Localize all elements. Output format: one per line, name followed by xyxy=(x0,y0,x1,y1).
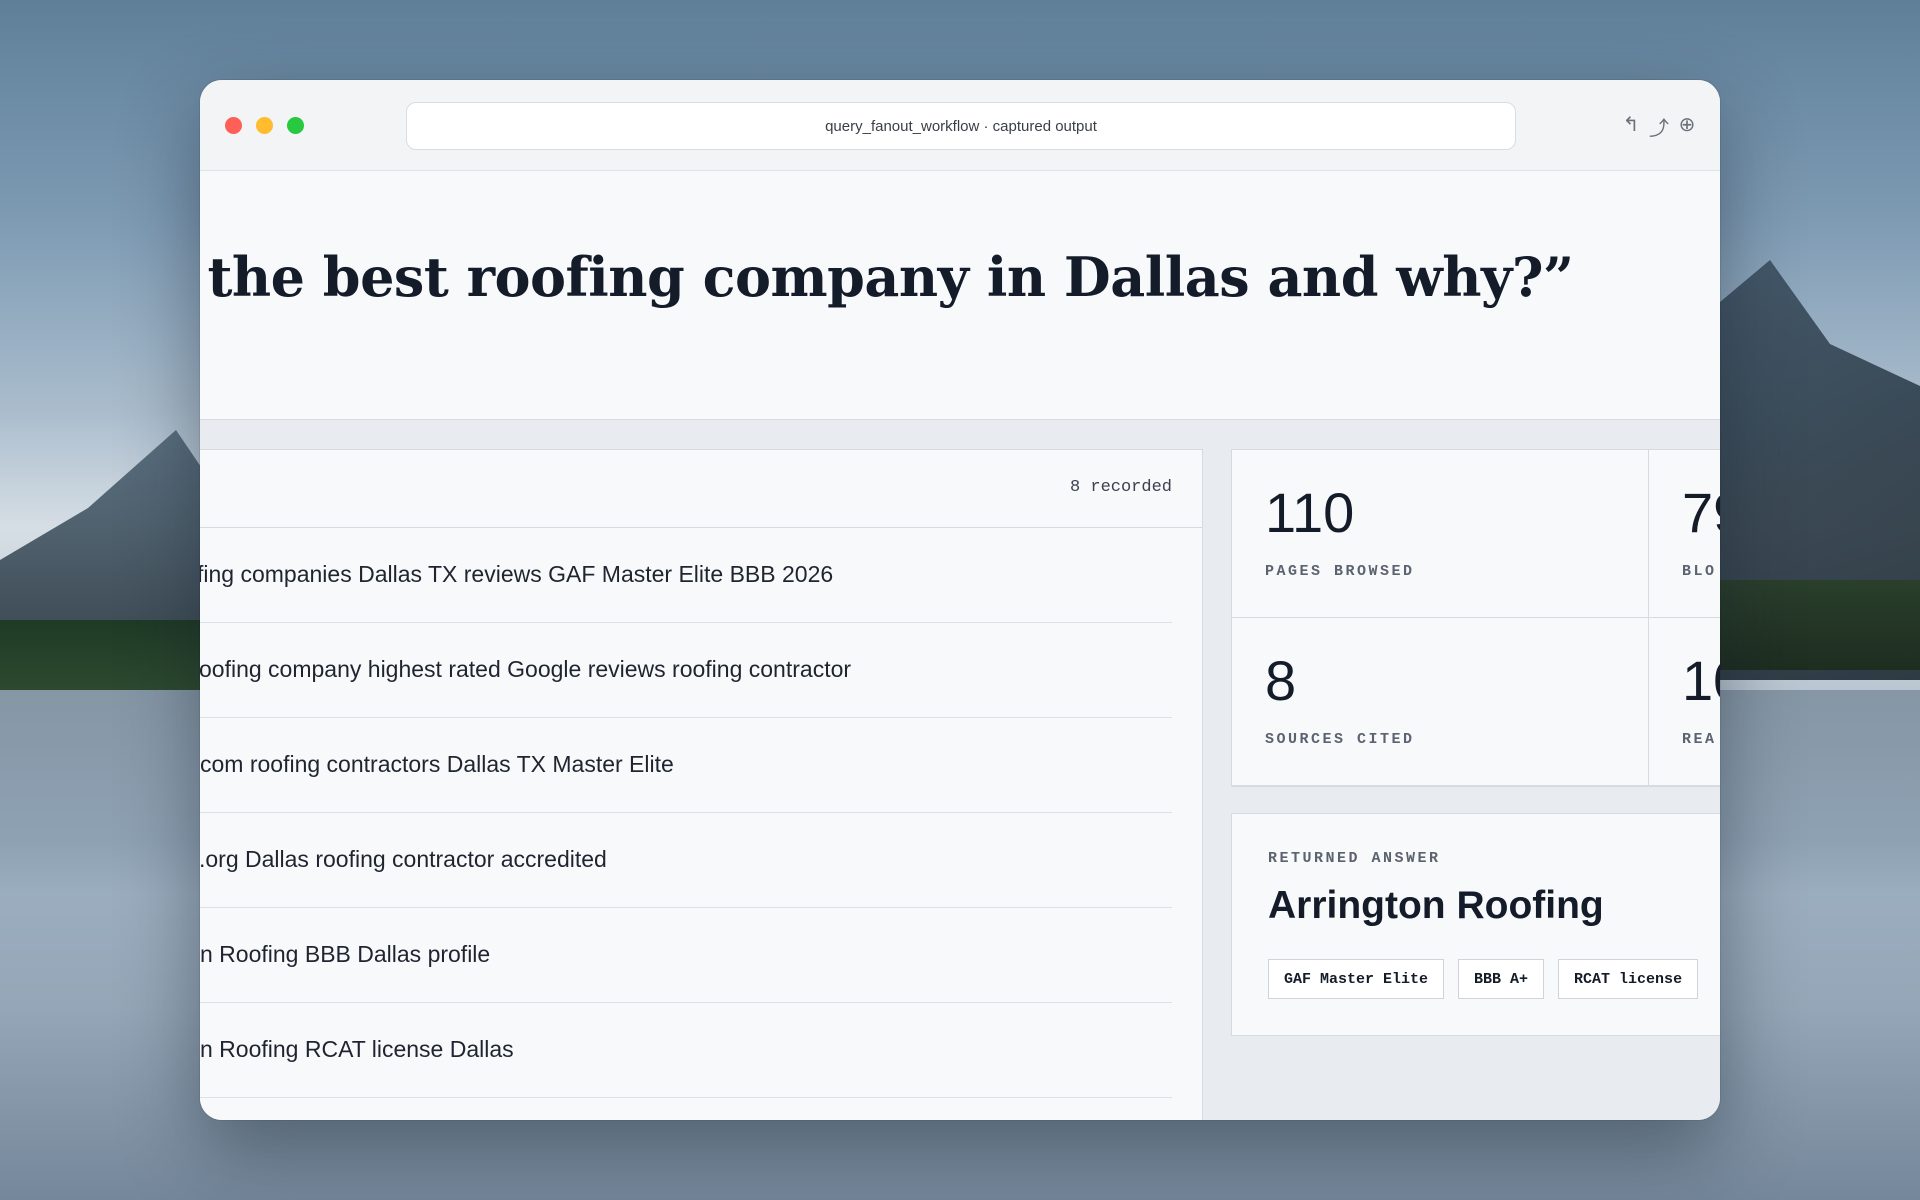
minimize-button[interactable] xyxy=(256,117,273,134)
queries-panel: 8 recorded fing companies Dallas TX revi… xyxy=(200,449,1203,1120)
query-text: .org Dallas roofing contractor accredite… xyxy=(200,846,607,872)
stat-label: REA xyxy=(1682,731,1717,748)
badge-gaf: GAF Master Elite xyxy=(1268,959,1445,999)
list-item[interactable]: .org Dallas roofing contractor accredite… xyxy=(200,813,1172,908)
stat-value: 10 xyxy=(1682,649,1720,712)
query-text: fing companies Dallas TX reviews GAF Mas… xyxy=(200,561,834,587)
list-item[interactable]: fing companies Dallas TX reviews GAF Mas… xyxy=(200,528,1172,623)
list-item[interactable]: oofing company highest rated Google revi… xyxy=(200,623,1172,718)
answer-badges: GAF Master Elite BBB A+ RCAT license xyxy=(1268,959,1699,999)
stat-rea: 10 REA xyxy=(1649,618,1720,786)
toolbar-icons: ↰ ⤴ ⊕ xyxy=(1620,112,1698,141)
stat-value: 79 xyxy=(1682,481,1720,544)
redo-icon[interactable]: ⤴ xyxy=(1648,112,1670,141)
browser-window: query_fanout_workflow · captured output … xyxy=(200,80,1720,1120)
stat-label: BLO xyxy=(1682,563,1717,580)
stat-label: SOURCES CITED xyxy=(1265,731,1415,748)
page-title: at is the best roofing company in Dallas… xyxy=(200,245,1574,309)
undo-icon[interactable]: ↰ xyxy=(1620,112,1642,141)
list-item[interactable]: n Roofing RCAT license Dallas xyxy=(200,1003,1172,1098)
list-item[interactable]: n Roofing BBB Dallas profile xyxy=(200,908,1172,1003)
address-bar-text: query_fanout_workflow · captured output xyxy=(825,117,1097,135)
answer-label: RETURNED ANSWER xyxy=(1268,850,1441,867)
query-text: n Roofing RCAT license Dallas xyxy=(200,1036,514,1062)
stat-sources-cited: 8 SOURCES CITED xyxy=(1232,618,1649,786)
close-button[interactable] xyxy=(225,117,242,134)
query-text: com roofing contractors Dallas TX Master… xyxy=(200,751,674,777)
wallpaper-trees-left xyxy=(0,620,210,690)
stats-grid: 110 PAGES BROWSED 79 BLO 8 SOURCES CITED… xyxy=(1231,449,1720,787)
window-titlebar: query_fanout_workflow · captured output … xyxy=(200,80,1720,171)
stat-value: 110 xyxy=(1265,481,1355,544)
page-content: at is the best roofing company in Dallas… xyxy=(200,171,1720,1120)
address-bar[interactable]: query_fanout_workflow · captured output xyxy=(406,102,1516,150)
zoom-button[interactable] xyxy=(287,117,304,134)
query-text: oofing company highest rated Google revi… xyxy=(200,656,852,682)
queries-count: 8 recorded xyxy=(1069,478,1172,497)
stat-blo: 79 BLO xyxy=(1649,450,1720,618)
queries-panel-header: 8 recorded xyxy=(200,450,1202,528)
badge-rcat: RCAT license xyxy=(1558,959,1699,999)
stat-label: PAGES BROWSED xyxy=(1265,563,1415,580)
list-item[interactable]: com roofing contractors Dallas TX Master… xyxy=(200,718,1172,813)
wallpaper-trees-right xyxy=(1720,580,1920,670)
query-list: fing companies Dallas TX reviews GAF Mas… xyxy=(200,528,1172,1098)
answer-company-name: Arrington Roofing xyxy=(1268,884,1604,927)
badge-bbb: BBB A+ xyxy=(1458,959,1545,999)
returned-answer-card: RETURNED ANSWER Arrington Roofing GAF Ma… xyxy=(1231,813,1720,1036)
question-header: at is the best roofing company in Dallas… xyxy=(200,171,1720,420)
query-text: n Roofing BBB Dallas profile xyxy=(200,941,491,967)
stat-pages-browsed: 110 PAGES BROWSED xyxy=(1232,450,1649,618)
globe-icon[interactable]: ⊕ xyxy=(1676,112,1698,141)
stat-value: 8 xyxy=(1265,649,1297,712)
